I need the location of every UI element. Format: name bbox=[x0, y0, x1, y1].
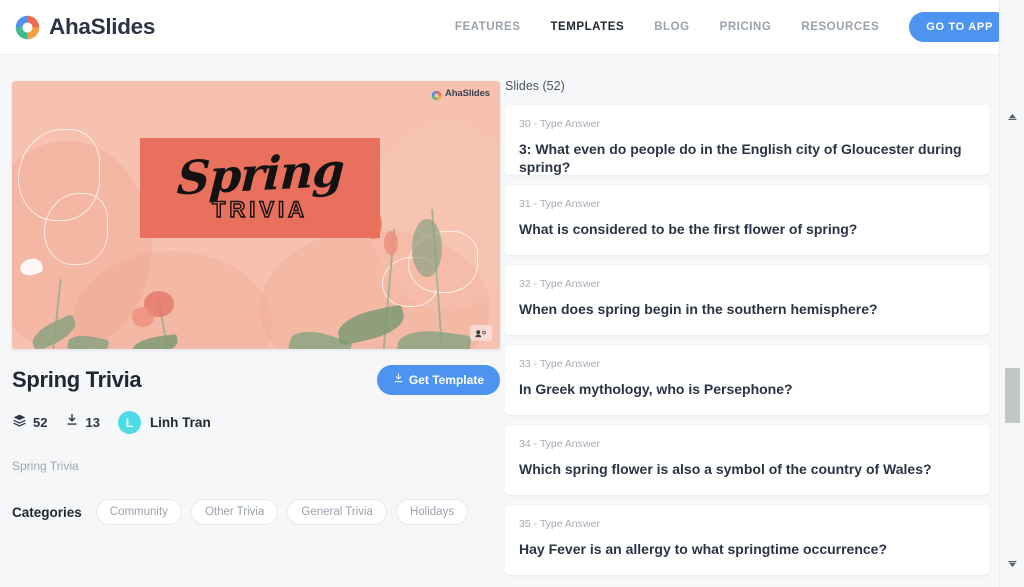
nav-item-pricing[interactable]: PRICING bbox=[720, 21, 772, 33]
list-item[interactable]: 33 - Type Answer In Greek mythology, who… bbox=[505, 345, 989, 415]
slide-card-question: Hay Fever is an allergy to what springti… bbox=[519, 541, 888, 557]
slide-card-question: What is considered to be the first flowe… bbox=[519, 221, 858, 237]
list-item[interactable]: 34 - Type Answer Which spring flower is … bbox=[505, 425, 989, 495]
slide-card-question: 3: What even do people do in the English… bbox=[519, 141, 962, 175]
slide-card-meta: 32 - Type Answer bbox=[519, 278, 600, 290]
page-body: AhaSlides Spring TRIVIA Spring Trivia Ge… bbox=[0, 55, 1024, 587]
slides-list[interactable]: 30 - Type Answer 3: What even do people … bbox=[505, 105, 989, 584]
watermark-text: AhaSlides bbox=[444, 88, 490, 99]
nav-item-resources[interactable]: RESOURCES bbox=[801, 21, 879, 33]
leaf-7 bbox=[412, 219, 442, 277]
slide-card-meta: 31 - Type Answer bbox=[519, 198, 600, 210]
slide-watermark: AhaSlides bbox=[431, 88, 490, 101]
participants-badge-icon bbox=[470, 325, 492, 341]
scrollbar-track[interactable] bbox=[1005, 127, 1020, 553]
download-icon bbox=[393, 373, 404, 387]
downloads-count-value: 13 bbox=[85, 415, 100, 430]
slides-panel: Slides (52) 30 - Type Answer 3: What eve… bbox=[500, 55, 1024, 587]
list-item[interactable]: 31 - Type Answer What is considered to b… bbox=[505, 185, 989, 255]
slide-card-meta: 33 - Type Answer bbox=[519, 358, 600, 370]
ahaslides-donut-logo-icon bbox=[14, 14, 41, 41]
go-to-app-button[interactable]: GO TO APP bbox=[909, 12, 1010, 42]
slide-title-card: Spring TRIVIA bbox=[140, 138, 380, 238]
nav-item-blog[interactable]: BLOG bbox=[654, 21, 689, 33]
author-block[interactable]: L Linh Tran bbox=[117, 411, 211, 434]
download-icon bbox=[65, 413, 79, 432]
slide-title-script: Spring bbox=[175, 142, 345, 206]
page-scrollbar[interactable] bbox=[999, 0, 1024, 587]
downloads-count-stat: 13 bbox=[65, 413, 100, 432]
slide-card-question: In Greek mythology, who is Persephone? bbox=[519, 381, 793, 397]
list-item[interactable]: 35 - Type Answer Hay Fever is an allergy… bbox=[505, 505, 989, 575]
slide-card-meta: 34 - Type Answer bbox=[519, 438, 600, 450]
author-name: Linh Tran bbox=[149, 415, 211, 430]
get-template-button[interactable]: Get Template bbox=[376, 365, 500, 395]
template-description: Spring Trivia bbox=[12, 459, 79, 473]
template-stats: 52 13 L Linh Tran bbox=[12, 411, 500, 434]
page-title: Spring Trivia bbox=[12, 367, 142, 392]
nav-item-templates[interactable]: TEMPLATES bbox=[550, 21, 624, 33]
slides-count-value: 52 bbox=[33, 415, 48, 430]
category-chip-holidays[interactable]: Holidays bbox=[395, 499, 469, 525]
slides-panel-heading: Slides (52) bbox=[505, 79, 565, 93]
scroll-up-arrow-icon[interactable] bbox=[1000, 105, 1024, 127]
category-chip-other-trivia[interactable]: Other Trivia bbox=[190, 499, 279, 525]
nav-item-features[interactable]: FEATURES bbox=[455, 21, 521, 33]
brand-name: AhaSlides bbox=[49, 14, 156, 39]
slides-count-stat: 52 bbox=[12, 413, 47, 433]
brand-logo-link[interactable]: AhaSlides bbox=[14, 14, 155, 41]
template-header-row: Spring Trivia Get Template bbox=[12, 365, 500, 395]
list-item[interactable]: 32 - Type Answer When does spring begin … bbox=[505, 265, 989, 335]
main-nav: FEATURES TEMPLATES BLOG PRICING RESOURCE… bbox=[455, 12, 1010, 42]
scrollbar-thumb[interactable] bbox=[1005, 368, 1020, 423]
get-template-label: Get Template bbox=[408, 373, 484, 387]
category-chip-general-trivia[interactable]: General Trivia bbox=[287, 499, 387, 525]
slide-card-question: When does spring begin in the southern h… bbox=[519, 301, 878, 317]
list-item[interactable]: 30 - Type Answer 3: What even do people … bbox=[505, 105, 989, 175]
scroll-down-arrow-icon[interactable] bbox=[1000, 553, 1024, 575]
categories-row: Categories Community Other Trivia Genera… bbox=[12, 499, 500, 525]
outline-flower-icon-2 bbox=[44, 193, 108, 265]
template-detail-column: AhaSlides Spring TRIVIA Spring Trivia Ge… bbox=[0, 55, 500, 587]
watermark-logo-icon bbox=[431, 88, 442, 101]
avatar: L bbox=[117, 411, 141, 434]
flower-petal-2 bbox=[132, 307, 154, 327]
slide-card-meta: 35 - Type Answer bbox=[519, 518, 600, 530]
categories-label: Categories bbox=[12, 504, 82, 520]
slide-card-meta: 30 - Type Answer bbox=[519, 118, 600, 130]
layers-icon bbox=[12, 413, 27, 433]
category-chip-community[interactable]: Community bbox=[95, 499, 182, 525]
flower-petal-4 bbox=[384, 231, 398, 255]
slide-card-question: Which spring flower is also a symbol of … bbox=[519, 461, 932, 477]
slide-preview-image[interactable]: AhaSlides Spring TRIVIA bbox=[12, 81, 500, 349]
site-header: AhaSlides FEATURES TEMPLATES BLOG PRICIN… bbox=[0, 0, 1024, 55]
